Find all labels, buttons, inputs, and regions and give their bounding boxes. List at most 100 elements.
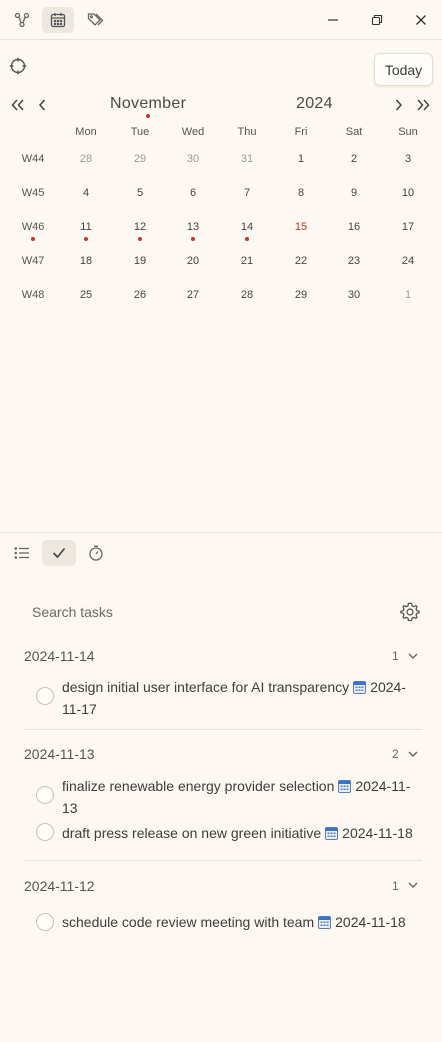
due-date-calendar-icon: [318, 914, 332, 934]
calendar-day[interactable]: 16: [336, 221, 372, 233]
task-checkbox[interactable]: [36, 786, 54, 804]
crosshair-icon: [9, 57, 27, 75]
minimize-button[interactable]: [318, 7, 348, 33]
day-task-dot: [191, 237, 195, 241]
calendar-day[interactable]: 20: [175, 255, 211, 267]
day-task-dot: [84, 237, 88, 241]
calendar-day[interactable]: 22: [283, 255, 319, 267]
calendar-day[interactable]: 15: [283, 221, 319, 233]
week-number[interactable]: W44: [15, 153, 51, 165]
next-year-button[interactable]: [415, 95, 431, 115]
task-settings-button[interactable]: [397, 599, 423, 625]
tab-list-view[interactable]: [5, 540, 39, 566]
week-task-dot: [31, 237, 35, 241]
calendar-day[interactable]: 21: [229, 255, 265, 267]
calendar-day[interactable]: 24: [390, 255, 426, 267]
calendar-day[interactable]: 12: [122, 221, 158, 233]
calendar-panel: Today November 2024 Mon Tue Wed Thu Fri Sat Su…: [0, 40, 442, 532]
calendar-day[interactable]: 30: [175, 153, 211, 165]
task-due-date-continued: 11-17: [62, 701, 97, 717]
calendar-day[interactable]: 28: [68, 153, 104, 165]
year-label[interactable]: 2024: [296, 95, 333, 113]
calendar-day[interactable]: 27: [175, 289, 211, 301]
task-title: design initial user interface for AI tra…: [62, 679, 350, 695]
month-label[interactable]: November: [110, 95, 186, 113]
weekday-header: Wed: [181, 126, 205, 138]
graph-view-tab[interactable]: [6, 7, 38, 33]
calendar-day[interactable]: 8: [283, 187, 319, 199]
task-due-date: 2024-: [370, 679, 406, 695]
chevron-down-icon[interactable]: [407, 748, 419, 760]
next-month-button[interactable]: [392, 95, 406, 115]
task-item[interactable]: finalize renewable energy provider selec…: [62, 776, 410, 818]
calendar-day[interactable]: 31: [229, 153, 265, 165]
chevron-right-icon: [395, 99, 403, 111]
calendar-day[interactable]: 14: [229, 221, 265, 233]
task-item[interactable]: schedule code review meeting with team 20…: [62, 912, 406, 934]
calendar-day[interactable]: 19: [122, 255, 158, 267]
day-task-dot: [138, 237, 142, 241]
calendar-day[interactable]: 6: [175, 187, 211, 199]
task-due-date: 2024-11-18: [342, 825, 413, 841]
week-number[interactable]: W47: [15, 255, 51, 267]
locate-current-file-button[interactable]: [8, 56, 28, 76]
today-button[interactable]: Today: [374, 53, 433, 86]
calendar-day[interactable]: 5: [122, 187, 158, 199]
calendar-day[interactable]: 30: [336, 289, 372, 301]
tab-tasks-view[interactable]: [42, 540, 76, 566]
calendar-day[interactable]: 25: [68, 289, 104, 301]
chevron-down-icon[interactable]: [407, 879, 419, 891]
day-task-dot: [245, 237, 249, 241]
calendar-view-tab[interactable]: [42, 7, 74, 33]
calendar-day[interactable]: 13: [175, 221, 211, 233]
restore-icon: [371, 14, 383, 26]
group-date-header[interactable]: 2024-11-13: [24, 746, 95, 762]
calendar-day[interactable]: 29: [283, 289, 319, 301]
calendar-day[interactable]: 11: [68, 221, 104, 233]
due-date-calendar-icon: [353, 679, 367, 699]
tags-icon: [87, 13, 104, 26]
group-date-header[interactable]: 2024-11-14: [24, 648, 95, 664]
previous-year-button[interactable]: [10, 95, 26, 115]
calendar-day[interactable]: 26: [122, 289, 158, 301]
chevron-down-icon[interactable]: [407, 650, 419, 662]
task-checkbox[interactable]: [36, 823, 54, 841]
week-number[interactable]: W46: [15, 221, 51, 233]
calendar-day[interactable]: 4: [68, 187, 104, 199]
graph-icon: [14, 12, 30, 28]
search-tasks-input[interactable]: [24, 600, 372, 624]
task-item[interactable]: draft press release on new green initiat…: [62, 823, 413, 845]
restore-button[interactable]: [362, 7, 392, 33]
calendar-day[interactable]: 3: [390, 153, 426, 165]
group-task-count: 2: [392, 747, 399, 761]
timer-icon: [89, 545, 103, 561]
tags-view-tab[interactable]: [80, 7, 112, 33]
week-number[interactable]: W48: [15, 289, 51, 301]
group-date-header[interactable]: 2024-11-12: [24, 878, 95, 894]
calendar-day[interactable]: 29: [122, 153, 158, 165]
weekday-header: Sun: [398, 126, 418, 138]
week-number[interactable]: W45: [15, 187, 51, 199]
list-icon: [14, 547, 29, 559]
weekday-header: Tue: [130, 126, 150, 138]
group-divider: [24, 729, 422, 730]
calendar-day[interactable]: 10: [390, 187, 426, 199]
panel-divider: [0, 532, 442, 533]
previous-month-button[interactable]: [35, 95, 49, 115]
calendar-day[interactable]: 9: [336, 187, 372, 199]
calendar-day[interactable]: 7: [229, 187, 265, 199]
calendar-day[interactable]: 1: [283, 153, 319, 165]
task-item[interactable]: design initial user interface for AI tra…: [62, 677, 406, 719]
calendar-day[interactable]: 2: [336, 153, 372, 165]
task-title: finalize renewable energy provider selec…: [62, 778, 335, 794]
close-button[interactable]: [406, 7, 436, 33]
task-checkbox[interactable]: [36, 687, 54, 705]
calendar-day[interactable]: 23: [336, 255, 372, 267]
calendar-day[interactable]: 1: [390, 289, 426, 301]
tab-timer-view[interactable]: [79, 540, 113, 566]
calendar-day[interactable]: 28: [229, 289, 265, 301]
weekday-header: Sat: [345, 126, 363, 138]
calendar-day[interactable]: 17: [390, 221, 426, 233]
calendar-day[interactable]: 18: [68, 255, 104, 267]
task-checkbox[interactable]: [36, 913, 54, 931]
